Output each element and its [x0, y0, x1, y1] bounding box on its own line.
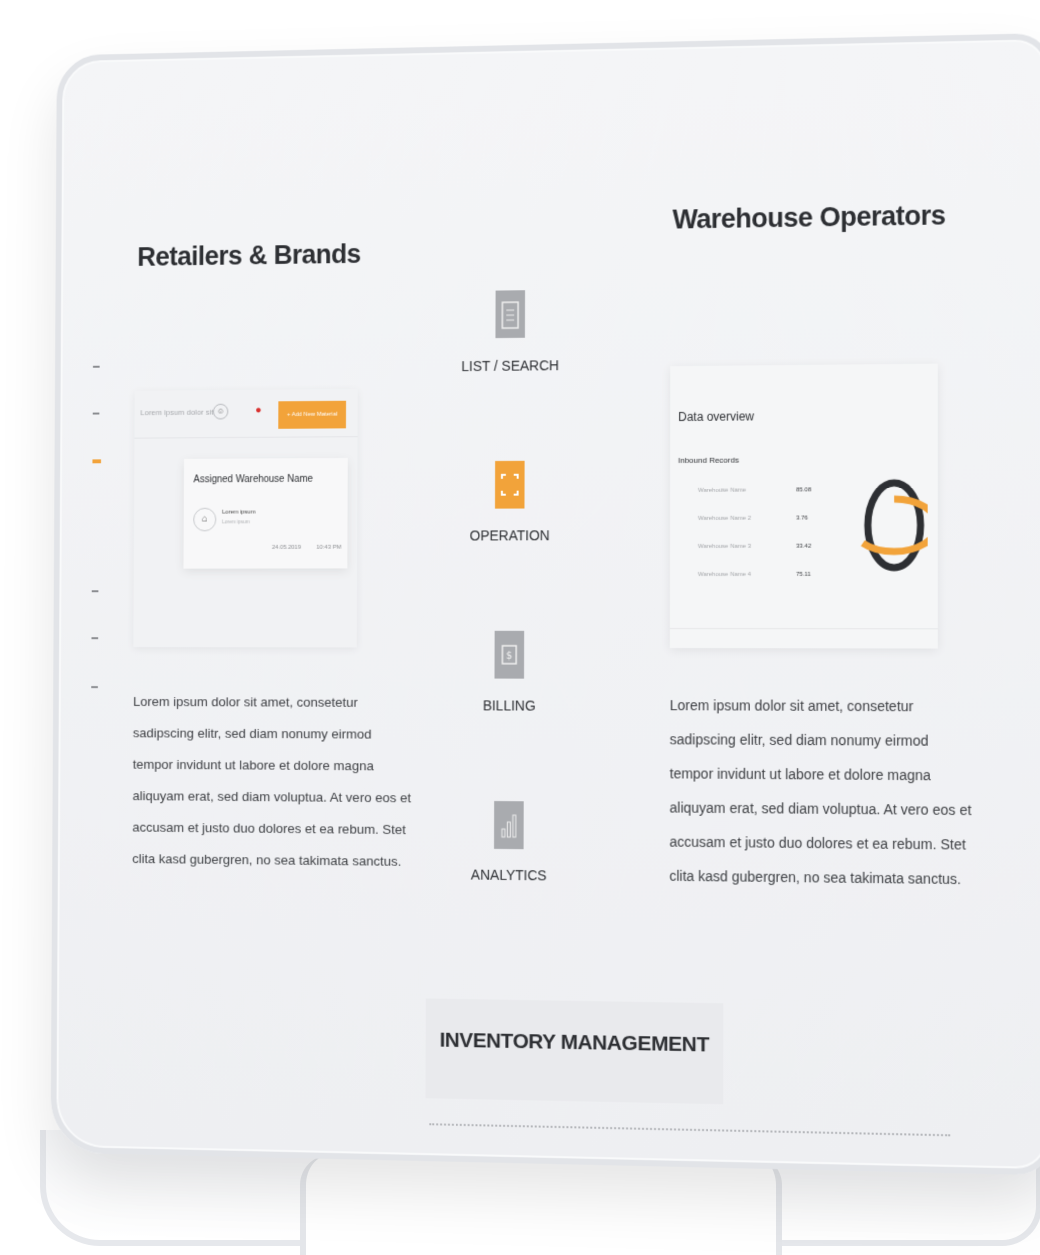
nav-dot[interactable] — [92, 590, 99, 592]
retailer-app-preview: Lorem ipsum dolor sit ☺ ● + Add New Mate… — [133, 389, 357, 648]
clipboard-icon[interactable] — [495, 290, 525, 338]
paragraph-line: tempor invidunt ut labore et dolore magn… — [670, 756, 972, 792]
warehouse-row-name: Warehouse Name 4 — [698, 572, 751, 578]
nav-dot[interactable] — [91, 637, 98, 639]
warehouse-title: Warehouse Operators — [672, 200, 945, 235]
nav-dot-active[interactable] — [92, 459, 101, 463]
bar-chart-icon[interactable] — [494, 801, 524, 849]
warehouse-row-value: 85.08 — [796, 487, 811, 493]
device-stand-gap — [300, 1155, 782, 1255]
dollar-tag-icon-svg: $ — [499, 641, 519, 669]
retailers-title: Retailers & Brands — [137, 239, 361, 273]
add-material-button[interactable]: + Add New Material — [278, 401, 346, 429]
user-icon[interactable]: ☺ — [213, 404, 228, 420]
paragraph-line: Lorem ipsum dolor sit amet, consetetur — [670, 688, 972, 724]
home-icon: ⌂ — [193, 508, 216, 532]
inventory-faded-text — [429, 1123, 950, 1140]
feature-operation[interactable]: OPERATION — [431, 527, 588, 543]
feature-analytics[interactable]: ANALYTICS — [430, 866, 588, 884]
divider — [670, 628, 938, 629]
bar-chart-icon-svg — [499, 809, 519, 841]
warehouse-card-date: 24.05.2019 — [272, 545, 301, 551]
data-overview-card: Data overview Inbound Records Warehouse … — [670, 364, 938, 649]
frame-icon-svg — [500, 473, 520, 497]
paragraph-line: Lorem ipsum dolor sit amet, consetetur — [133, 686, 411, 719]
warehouse-card-sub: Lorem ipsum — [222, 519, 250, 525]
data-overview-title: Data overview — [678, 409, 754, 424]
paragraph-line: aliquyam erat, sed diam voluptua. At ver… — [670, 790, 972, 827]
paragraph-line: sadipscing elitr, sed diam nonumy eirmod — [670, 722, 972, 758]
feature-list-search[interactable]: LIST / SEARCH — [432, 357, 589, 374]
tablet-screen: Retailers & Brands Lorem ipsum dolor sit… — [51, 33, 1040, 1175]
warehouse-row-value: 33.42 — [796, 544, 811, 550]
warehouse-row-value: 75.11 — [796, 572, 811, 578]
warehouse-row-value: 3.76 — [796, 515, 808, 521]
warehouse-card-time: 10:43 PM — [316, 545, 341, 551]
nav-dot[interactable] — [93, 413, 100, 415]
search-input[interactable]: Lorem ipsum dolor sit — [140, 408, 213, 417]
warehouse-row-name: Warehouse Name 3 — [698, 544, 751, 550]
dollar-tag-icon[interactable]: $ — [495, 631, 525, 679]
paragraph-line: sadipscing elitr, sed diam nonumy eirmod — [133, 718, 411, 751]
warehouse-description: Lorem ipsum dolor sit amet, consetetur s… — [669, 688, 971, 896]
inventory-panel: INVENTORY MANAGEMENT — [425, 999, 723, 1105]
clipboard-icon-svg — [500, 298, 520, 330]
paragraph-line: accusam et justo duo dolores et ea rebum… — [669, 825, 971, 862]
feature-billing[interactable]: BILLING — [431, 697, 589, 714]
nav-dot[interactable] — [93, 366, 100, 368]
divider — [134, 436, 357, 438]
location-pin-icon[interactable]: ● — [255, 405, 262, 415]
paragraph-line: clita kasd gubergren, no sea takimata sa… — [669, 859, 971, 897]
paragraph-line: clita kasd gubergren, no sea takimata sa… — [132, 843, 411, 878]
inbound-records-label: Inbound Records — [678, 456, 739, 465]
warehouse-card-name: Lorem ipsum — [222, 510, 255, 516]
svg-text:$: $ — [506, 651, 512, 662]
warehouse-card[interactable]: Assigned Warehouse Name ⌂ Lorem ipsum Lo… — [183, 458, 347, 569]
warehouse-row-name: Warehouse Name — [698, 488, 746, 494]
retailers-description: Lorem ipsum dolor sit amet, consetetur s… — [132, 686, 411, 878]
nav-dot[interactable] — [91, 686, 98, 688]
inventory-title: INVENTORY MANAGEMENT — [426, 1028, 724, 1057]
paragraph-line: tempor invidunt ut labore et dolore magn… — [133, 749, 411, 782]
paragraph-line: aliquyam erat, sed diam voluptua. At ver… — [132, 780, 411, 814]
warehouse-card-title: Assigned Warehouse Name — [193, 474, 313, 485]
paragraph-line: accusam et justo duo dolores et ea rebum… — [132, 812, 411, 846]
donut-chart — [861, 475, 928, 576]
frame-icon[interactable] — [495, 461, 525, 509]
warehouse-row-name: Warehouse Name 2 — [698, 516, 751, 522]
